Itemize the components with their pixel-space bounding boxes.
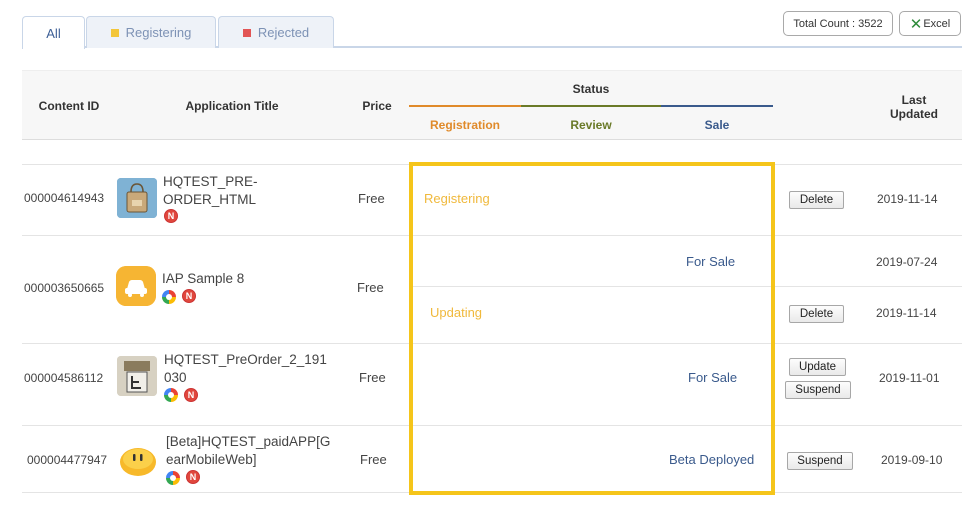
smiley-face-icon [118,440,158,480]
review-divider [521,105,661,107]
content-id: 000003650665 [24,281,105,295]
app-title-line: 030 [164,370,187,385]
app-title-line: ORDER_HTML [163,192,257,207]
update-button[interactable]: Update [789,358,846,376]
total-count-label: Total Count : 3522 [793,17,883,30]
delete-button-label: Delete [799,194,834,206]
naver-badge-icon: N [164,209,178,223]
last-updated-date: 2019-11-14 [876,306,937,320]
price: Free [358,191,385,206]
tab-registering[interactable]: Registering [86,16,216,48]
header-last-updated: Last Updated [890,93,938,121]
status-highlight-box [409,162,775,495]
excel-icon: ✕ [909,14,923,33]
excel-export-button[interactable]: ✕ Excel [899,11,961,36]
app-title-line: HQTEST_PRE- [163,174,258,189]
tab-registering-label: Registering [125,25,192,40]
registration-divider [409,105,521,107]
car-icon [116,266,156,306]
naver-badge-icon: N [182,289,196,303]
registering-marker-icon [110,28,119,37]
header-status: Status [572,82,610,96]
app-title-line: earMobileWeb] [166,452,257,467]
app-title[interactable]: HQTEST_PreOrder_2_191 030 [164,351,327,387]
last-updated-date: 2019-11-14 [877,192,938,206]
content-id: 000004586112 [24,371,104,385]
suspend-button-label: Suspend [797,455,843,467]
tab-rejected-label: Rejected [257,25,310,40]
suspend-button[interactable]: Suspend [785,381,851,399]
naver-badge-icon: N [186,470,200,484]
price: Free [357,280,384,295]
content-id: 000004614943 [24,191,105,205]
tab-all[interactable]: All [22,16,85,49]
suspend-button[interactable]: Suspend [787,452,853,470]
tab-all-label: All [46,25,61,41]
notepad-icon [117,356,157,396]
naver-badge-icon: N [184,388,198,402]
header-application-title: Application Title [185,99,279,113]
suspend-button-label: Suspend [795,384,841,396]
app-title[interactable]: IAP Sample 8 [162,270,244,288]
google-badge-icon [162,290,176,304]
last-updated-date: 2019-07-24 [876,255,938,269]
google-badge-icon [166,471,180,485]
price: Free [360,452,387,467]
header-sale: Sale [704,118,730,132]
price: Free [359,370,386,385]
delete-button[interactable]: Delete [789,305,844,323]
tab-rejected[interactable]: Rejected [218,16,334,48]
last-updated-date: 2019-11-01 [879,371,940,385]
app-title-line: IAP Sample 8 [162,271,245,286]
header-price: Price [362,99,392,113]
table-header: Content ID Application Title Price Statu… [22,70,962,140]
total-count-badge: Total Count : 3522 [783,11,893,36]
app-title[interactable]: HQTEST_PRE- ORDER_HTML [163,173,258,209]
google-badge-icon [164,388,178,402]
last-updated-date: 2019-09-10 [881,453,943,467]
header-registration: Registration [429,118,500,132]
shopping-bag-icon [117,178,157,218]
delete-button-label: Delete [799,308,834,320]
sale-divider [661,105,773,107]
app-title-line: [Beta]HQTEST_paidAPP[G [166,434,331,449]
excel-label: Excel [923,17,951,30]
update-button-label: Update [798,361,837,373]
rejected-marker-icon [242,28,251,37]
header-review: Review [570,118,612,132]
app-title[interactable]: [Beta]HQTEST_paidAPP[G earMobileWeb] [166,433,330,469]
delete-button[interactable]: Delete [789,191,844,209]
header-content-id: Content ID [38,99,100,113]
app-title-line: HQTEST_PreOrder_2_191 [164,352,327,367]
content-id: 000004477947 [27,453,108,467]
